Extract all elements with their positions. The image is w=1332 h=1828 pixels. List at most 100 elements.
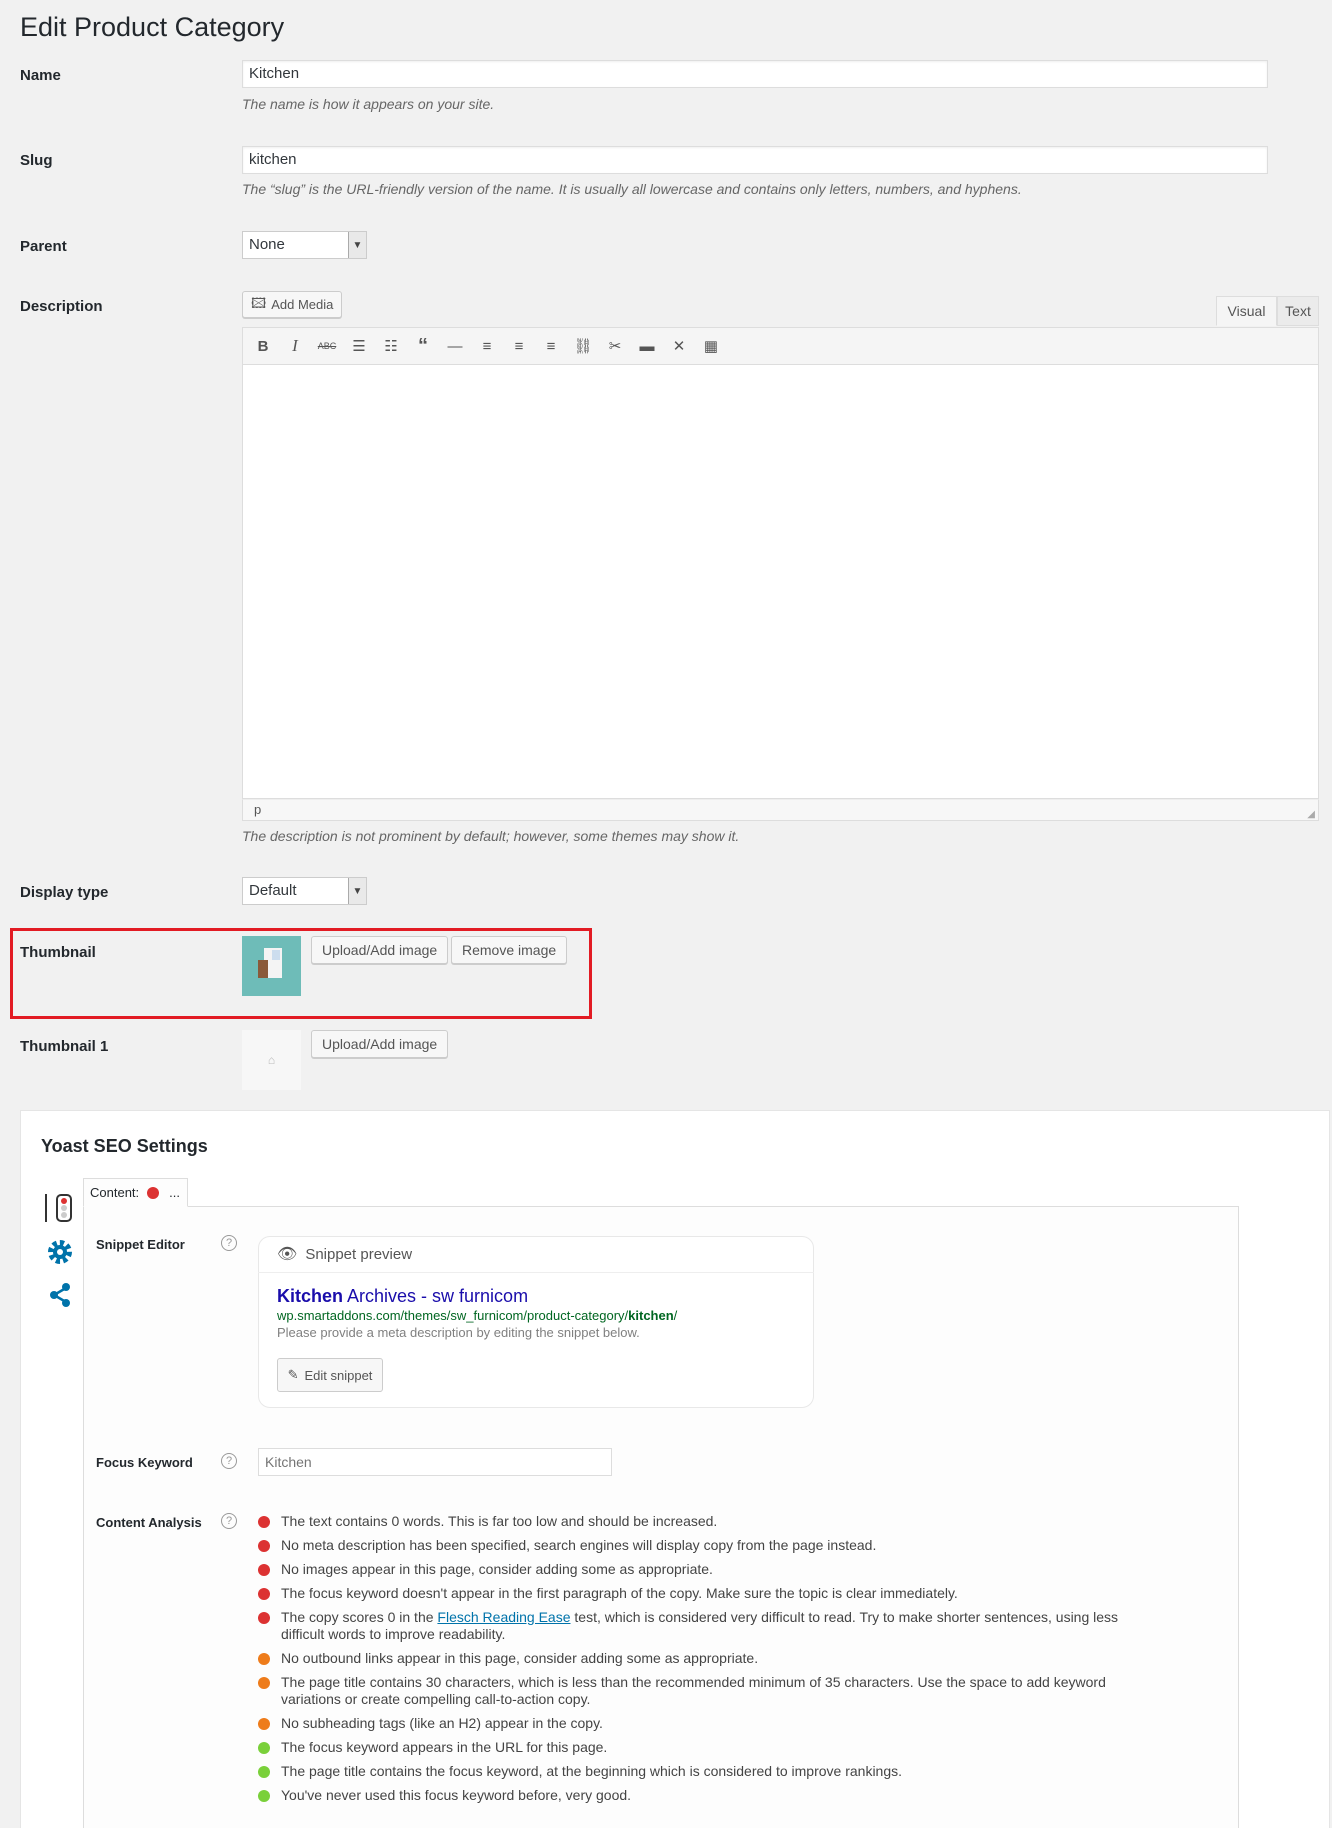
list-item: No images appear in this page, consider … [258, 1561, 1138, 1578]
analysis-text: No meta description has been specified, … [281, 1537, 877, 1553]
thumbnail-product-graphic [258, 948, 282, 978]
name-label: Name [20, 67, 61, 84]
list-item: You've never used this focus keyword bef… [258, 1787, 1138, 1804]
add-media-label: Add Media [271, 297, 334, 312]
editor-status-path: p ◢ [242, 799, 1319, 821]
align-left-icon[interactable]: ≡ [477, 336, 497, 356]
thumbnail-label: Thumbnail [20, 944, 96, 961]
align-right-icon[interactable]: ≡ [541, 336, 561, 356]
score-ok-icon [258, 1718, 270, 1730]
snippet-preview-header: 👁 Snippet preview [277, 1244, 412, 1264]
share-icon[interactable] [38, 1281, 82, 1309]
score-good-icon [258, 1742, 270, 1754]
unlink-icon[interactable]: ✂ [605, 336, 625, 356]
help-icon[interactable]: ? [221, 1453, 237, 1469]
italic-icon[interactable]: I [285, 336, 305, 356]
score-bad-icon [147, 1186, 160, 1199]
score-good-icon [258, 1790, 270, 1802]
name-input[interactable]: Kitchen [242, 60, 1268, 88]
flesch-reading-ease-link[interactable]: Flesch Reading Ease [437, 1609, 570, 1625]
pencil-icon: ✎ [287, 1367, 299, 1382]
snippet-title-rest: Archives - sw furnicom [343, 1286, 529, 1306]
list-item: The focus keyword doesn't appear in the … [258, 1585, 1138, 1602]
display-type-label: Display type [20, 884, 109, 901]
list-item: The text contains 0 words. This is far t… [258, 1513, 1138, 1530]
edit-snippet-button[interactable]: ✎ Edit snippet [277, 1358, 383, 1392]
editor-path: p [254, 802, 262, 817]
snippet-url: wp.smartaddons.com/themes/sw_furnicom/pr… [277, 1308, 677, 1323]
horizontal-rule-icon[interactable]: — [445, 336, 465, 356]
fullscreen-icon[interactable]: ✕ [669, 336, 689, 356]
add-media-button[interactable]: 🖾 Add Media [242, 291, 343, 318]
score-bad-icon [258, 1516, 270, 1528]
thumbnail1-upload-button[interactable]: Upload/Add image [311, 1030, 449, 1058]
score-bad-icon [258, 1612, 270, 1624]
slug-hint: The “slug” is the URL-friendly version o… [242, 181, 1022, 197]
score-ok-icon [258, 1653, 270, 1665]
list-item: The page title contains the focus keywor… [258, 1763, 1138, 1780]
parent-select[interactable]: None ▼ [242, 231, 367, 259]
tab-content-more: ... [169, 1185, 180, 1200]
analysis-text: The copy scores 0 in the [281, 1609, 438, 1625]
focus-keyword-input[interactable] [258, 1448, 612, 1476]
tab-content[interactable]: Content: ... [83, 1178, 188, 1207]
content-analysis-list: The text contains 0 words. This is far t… [258, 1513, 1138, 1811]
bullet-list-icon[interactable]: ☰ [349, 336, 369, 356]
name-hint: The name is how it appears on your site. [242, 96, 495, 112]
slug-input[interactable]: kitchen [242, 146, 1268, 174]
gear-icon[interactable] [38, 1237, 82, 1267]
yoast-title: Yoast SEO Settings [41, 1136, 208, 1156]
thumbnail-upload-button[interactable]: Upload/Add image [311, 936, 449, 964]
list-item: The copy scores 0 in the Flesch Reading … [258, 1609, 1138, 1643]
list-item: No subheading tags (like an H2) appear i… [258, 1715, 1138, 1732]
chevron-down-icon: ▼ [348, 878, 366, 904]
list-item: The page title contains 30 characters, w… [258, 1674, 1138, 1708]
analysis-text: The page title contains 30 characters, w… [281, 1674, 1106, 1707]
snippet-divider [258, 1272, 814, 1273]
media-icon: 🖾 [251, 294, 267, 311]
content-analysis-label: Content Analysis [96, 1515, 202, 1530]
focus-keyword-label: Focus Keyword [96, 1455, 193, 1470]
blockquote-icon[interactable]: “ [413, 335, 433, 357]
chevron-down-icon: ▼ [348, 232, 366, 258]
list-item: No meta description has been specified, … [258, 1537, 1138, 1554]
score-good-icon [258, 1766, 270, 1778]
description-hint: The description is not prominent by defa… [242, 828, 740, 844]
read-more-icon[interactable]: ▬ [637, 336, 657, 356]
resize-handle-icon[interactable]: ◢ [1307, 809, 1315, 820]
link-icon[interactable]: ⛓ [573, 336, 593, 356]
description-label: Description [20, 298, 103, 315]
list-item: No outbound links appear in this page, c… [258, 1650, 1138, 1667]
help-icon[interactable]: ? [221, 1235, 237, 1251]
edit-snippet-label: Edit snippet [304, 1367, 373, 1383]
parent-label: Parent [20, 238, 67, 255]
parent-select-value: None [249, 236, 285, 253]
thumbnail-remove-button[interactable]: Remove image [451, 936, 568, 964]
bold-icon[interactable]: B [253, 336, 273, 356]
score-bad-icon [258, 1588, 270, 1600]
align-center-icon[interactable]: ≡ [509, 336, 529, 356]
tab-visual[interactable]: Visual [1216, 296, 1277, 326]
tab-text[interactable]: Text [1277, 296, 1319, 326]
eye-icon: 👁 [277, 1246, 298, 1263]
help-icon[interactable]: ? [221, 1513, 237, 1529]
analysis-text: The page title contains the focus keywor… [281, 1763, 903, 1779]
display-type-value: Default [249, 882, 297, 899]
tab-content-label: Content: [90, 1185, 140, 1200]
analysis-text: The focus keyword appears in the URL for… [281, 1739, 608, 1755]
description-editor[interactable] [242, 364, 1319, 799]
thumbnail1-label: Thumbnail 1 [20, 1038, 109, 1055]
score-bad-icon [258, 1564, 270, 1576]
toolbar-toggle-icon[interactable]: ▦ [701, 336, 721, 356]
analysis-text: You've never used this focus keyword bef… [281, 1787, 632, 1803]
traffic-light-icon[interactable] [38, 1192, 82, 1224]
score-bad-icon [258, 1540, 270, 1552]
snippet-title[interactable]: Kitchen Archives - sw furnicom [277, 1286, 528, 1307]
snippet-url-keyword: kitchen [628, 1308, 674, 1323]
score-ok-icon [258, 1677, 270, 1689]
snippet-editor-label: Snippet Editor [96, 1237, 185, 1252]
strikethrough-icon[interactable]: ABC [317, 336, 337, 356]
display-type-select[interactable]: Default ▼ [242, 877, 367, 905]
numbered-list-icon[interactable]: ☷ [381, 336, 401, 356]
analysis-text: The text contains 0 words. This is far t… [281, 1513, 718, 1529]
